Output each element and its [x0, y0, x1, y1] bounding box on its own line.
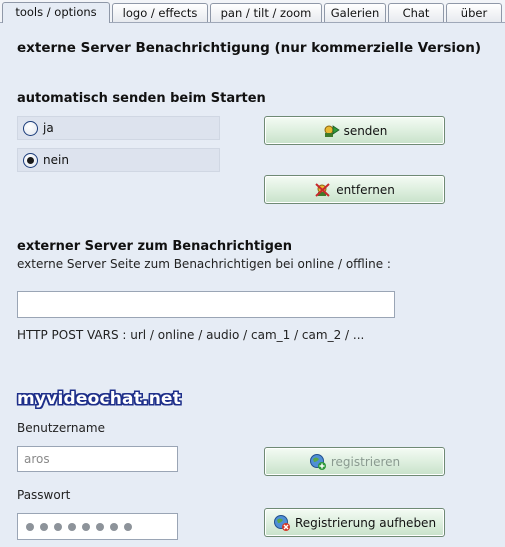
tab-tools-options[interactable]: tools / options: [2, 2, 110, 23]
tab-galerien[interactable]: Galerien: [324, 3, 386, 22]
post-vars-note: HTTP POST VARS : url / online / audio / …: [17, 328, 365, 342]
myvideochat-logo: myvideochat.net: [17, 389, 182, 409]
globe-add-icon: [309, 453, 326, 470]
password-mask-dot: [124, 523, 132, 531]
register-button[interactable]: registrieren: [264, 447, 445, 476]
tab-logo-effects[interactable]: logo / effects: [112, 3, 208, 22]
server-url-input[interactable]: [17, 291, 395, 318]
send-icon: [324, 124, 340, 137]
password-mask-dot: [82, 523, 90, 531]
radio-label: ja: [43, 121, 54, 135]
settings-panel: tools / options logo / effects pan / til…: [0, 0, 505, 547]
auto-send-title: automatisch senden beim Starten: [17, 91, 266, 106]
page-title: externe Server Benachrichtigung (nur kom…: [17, 40, 482, 56]
password-mask: [26, 523, 132, 531]
password-mask-dot: [40, 523, 48, 531]
radio-label: nein: [43, 153, 69, 167]
username-field[interactable]: aros: [17, 446, 178, 472]
radio-option-ja[interactable]: ja: [17, 116, 220, 140]
username-label: Benutzername: [17, 421, 105, 435]
tab-ueber[interactable]: über: [446, 3, 502, 22]
send-button-label: senden: [343, 123, 388, 138]
radio-selected-dot: [27, 157, 34, 164]
unregister-button[interactable]: Registrierung aufheben: [264, 508, 445, 537]
globe-remove-icon: [273, 514, 290, 531]
send-button[interactable]: senden: [264, 116, 445, 145]
tab-pan-tilt-zoom[interactable]: pan / tilt / zoom: [210, 3, 322, 22]
remove-icon: [315, 182, 330, 197]
password-mask-dot: [68, 523, 76, 531]
tab-bar: tools / options logo / effects pan / til…: [0, 0, 505, 23]
radio-button[interactable]: [23, 153, 38, 168]
register-button-label: registrieren: [330, 454, 401, 469]
radio-option-nein[interactable]: nein: [17, 148, 220, 172]
server-description: externe Server Seite zum Benachrichtigen…: [17, 257, 391, 271]
password-mask-dot: [26, 523, 34, 531]
password-label: Passwort: [17, 488, 71, 502]
radio-button[interactable]: [23, 121, 38, 136]
server-title: externer Server zum Benachrichtigen: [17, 239, 292, 254]
password-mask-dot: [96, 523, 104, 531]
remove-button[interactable]: entfernen: [264, 175, 445, 204]
password-field[interactable]: [17, 513, 178, 540]
password-mask-dot: [54, 523, 62, 531]
remove-button-label: entfernen: [336, 182, 395, 197]
tab-chat[interactable]: Chat: [388, 3, 444, 22]
unregister-button-label: Registrierung aufheben: [294, 515, 437, 530]
password-mask-dot: [110, 523, 118, 531]
